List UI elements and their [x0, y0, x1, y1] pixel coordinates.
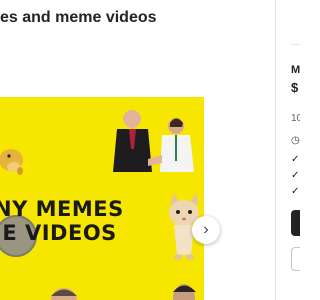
thumbnail-title-line1: NY MEMES	[0, 197, 124, 221]
check-icon: ✓	[291, 186, 300, 197]
package-tabs-divider	[291, 44, 300, 45]
package-price: $	[291, 80, 299, 95]
gig-gallery[interactable]: NY MEMES IE VIDEOS	[0, 97, 204, 300]
continue-button[interactable]	[291, 210, 300, 236]
thumbnail-title-line2: IE VIDEOS	[0, 221, 117, 245]
package-sidebar: M $ 10 ◷ ✓ ✓ ✓	[276, 0, 300, 300]
package-description: 10	[291, 113, 300, 124]
contact-seller-button[interactable]	[291, 247, 300, 271]
check-icon: ✓	[291, 154, 300, 165]
package-name: M	[291, 64, 300, 76]
chevron-right-icon: ›	[203, 221, 209, 238]
check-icon: ✓	[291, 170, 300, 181]
page-title: es and meme videos	[0, 9, 157, 26]
clock-icon: ◷	[291, 135, 300, 146]
gallery-next-button[interactable]: ›	[192, 216, 220, 244]
